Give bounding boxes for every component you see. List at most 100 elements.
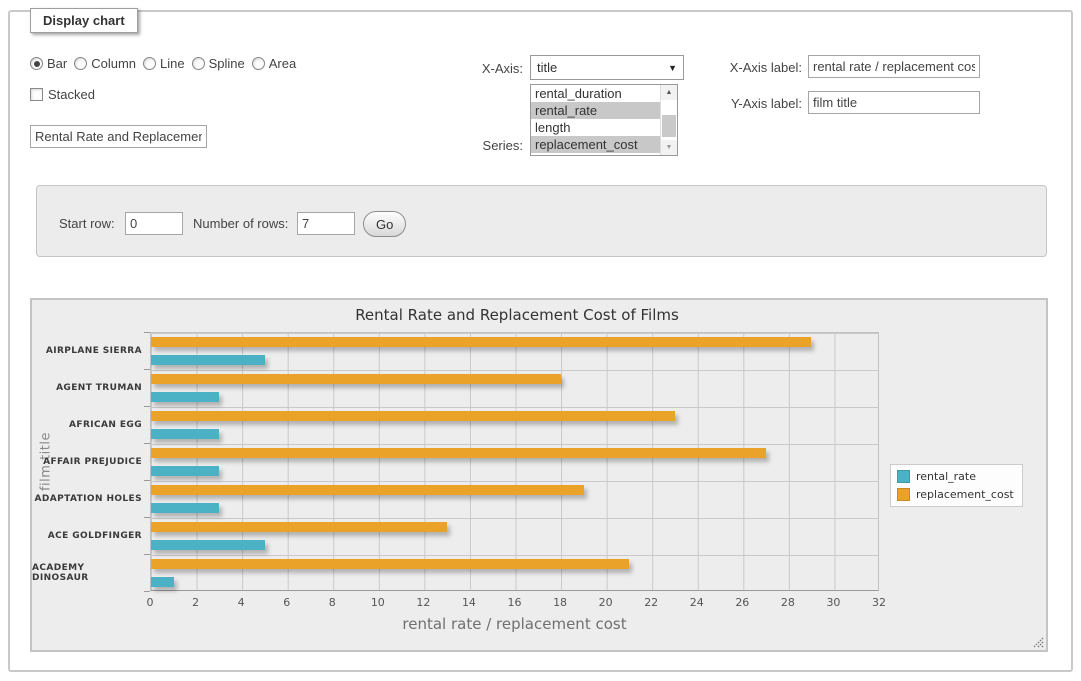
x-tick-label: 14 [452, 596, 486, 609]
series-option-length[interactable]: length [531, 119, 660, 136]
x-tick-label: 10 [361, 596, 395, 609]
chart-title-input[interactable] [30, 125, 207, 148]
x-tick-label: 24 [680, 596, 714, 609]
number-of-rows-input[interactable] [297, 212, 355, 235]
plot-area [150, 332, 879, 591]
chart-type-label: Spline [209, 56, 245, 71]
series-option-replacement_cost[interactable]: replacement_cost [531, 136, 660, 153]
x-axis-label-input[interactable] [808, 55, 980, 78]
radio-icon[interactable] [74, 57, 87, 70]
chart-title: Rental Rate and Replacement Cost of Film… [32, 306, 1002, 324]
replacement_cost-bar [151, 559, 629, 569]
rental_rate-bar [151, 355, 265, 365]
chart-type-radio-group: Bar Column Line Spline Area [30, 56, 296, 71]
x-tick-label: 2 [179, 596, 213, 609]
y-tick-mark [144, 591, 150, 592]
chart-type-radio-area[interactable]: Area [252, 56, 296, 71]
legend-swatch [897, 488, 910, 501]
radio-selected-dot [34, 61, 40, 67]
y-tick-mark [144, 517, 150, 518]
chart-type-radio-column[interactable]: Column [74, 56, 136, 71]
x-axis-label-caption: X-Axis label: [700, 60, 802, 75]
stacked-checkbox[interactable] [30, 88, 43, 101]
rental_rate-bar [151, 392, 219, 402]
y-tick-mark [144, 332, 150, 333]
y-tick-mark [144, 554, 150, 555]
rental_rate-bar [151, 540, 265, 550]
x-tick-label: 18 [543, 596, 577, 609]
x-tick-label: 16 [498, 596, 532, 609]
y-category-label: AGENT TRUMAN [32, 369, 142, 406]
row-controls-panel: Start row: Number of rows: Go [36, 185, 1047, 257]
x-tick-label: 28 [771, 596, 805, 609]
x-tick-label: 26 [725, 596, 759, 609]
rental_rate-bar [151, 429, 219, 439]
radio-icon[interactable] [252, 57, 265, 70]
chart-type-label: Line [160, 56, 185, 71]
x-axis-title: rental rate / replacement cost [150, 615, 879, 633]
y-category-label: ADAPTATION HOLES [32, 480, 142, 517]
x-tick-label: 12 [406, 596, 440, 609]
radio-icon[interactable] [143, 57, 156, 70]
rental_rate-bar [151, 577, 174, 587]
go-button[interactable]: Go [363, 211, 406, 237]
y-category-label: AFFAIR PREJUDICE [32, 443, 142, 480]
rental_rate-bar [151, 466, 219, 476]
fieldset-legend: Display chart [30, 8, 138, 33]
y-category-label: ACE GOLDFINGER [32, 517, 142, 554]
y-tick-mark [144, 369, 150, 370]
y-tick-mark [144, 406, 150, 407]
y-axis-label-input[interactable] [808, 91, 980, 114]
rental_rate-bar [151, 503, 219, 513]
y-tick-mark [144, 443, 150, 444]
x-tick-label: 4 [224, 596, 258, 609]
stacked-label: Stacked [48, 87, 95, 102]
series-select-label: Series: [420, 138, 523, 153]
x-tick-label: 6 [270, 596, 304, 609]
chart-type-label: Bar [47, 56, 67, 71]
chart-type-radio-line[interactable]: Line [143, 56, 185, 71]
y-category-label: ACADEMY DINOSAUR [32, 554, 142, 591]
series-multiselect[interactable]: rental_durationrental_ratelengthreplacem… [530, 84, 678, 156]
legend-entry-rental_rate: rental_rate [897, 470, 1014, 483]
x-axis-select-label: X-Axis: [420, 61, 523, 76]
chart-type-radio-bar[interactable]: Bar [30, 56, 67, 71]
start-row-label: Start row: [59, 216, 115, 231]
chart-type-label: Column [91, 56, 136, 71]
x-axis-selected-value: title [537, 60, 557, 75]
chevron-down-icon: ▼ [668, 63, 677, 73]
replacement_cost-bar [151, 485, 584, 495]
x-tick-label: 20 [589, 596, 623, 609]
legend-label: rental_rate [916, 470, 976, 483]
x-tick-label: 30 [816, 596, 850, 609]
y-axis-label-caption: Y-Axis label: [700, 96, 802, 111]
x-axis-select[interactable]: title ▼ [530, 55, 684, 80]
x-tick-label: 22 [634, 596, 668, 609]
replacement_cost-bar [151, 337, 811, 347]
x-tick-label: 8 [315, 596, 349, 609]
replacement_cost-bar [151, 411, 675, 421]
x-tick-label: 0 [133, 596, 167, 609]
scroll-down-icon[interactable]: ▼ [661, 140, 677, 155]
start-row-input[interactable] [125, 212, 183, 235]
replacement_cost-bar [151, 374, 561, 384]
y-tick-mark [144, 480, 150, 481]
series-scrollbar[interactable]: ▲ ▼ [660, 85, 677, 155]
chart-legend: rental_rate replacement_cost [890, 464, 1023, 507]
x-tick-label: 32 [862, 596, 896, 609]
resize-grip-icon[interactable] [1032, 636, 1044, 648]
chart-container: Rental Rate and Replacement Cost of Film… [30, 298, 1048, 652]
legend-swatch [897, 470, 910, 483]
scrollbar-thumb[interactable] [662, 115, 676, 137]
legend-entry-replacement_cost: replacement_cost [897, 488, 1014, 501]
replacement_cost-bar [151, 448, 766, 458]
y-category-label: AIRPLANE SIERRA [32, 332, 142, 369]
radio-icon[interactable] [192, 57, 205, 70]
series-options: rental_durationrental_ratelengthreplacem… [531, 85, 660, 155]
stacked-checkbox-row[interactable]: Stacked [30, 87, 95, 102]
series-option-rental_duration[interactable]: rental_duration [531, 85, 660, 102]
radio-icon[interactable] [30, 57, 43, 70]
chart-type-radio-spline[interactable]: Spline [192, 56, 245, 71]
series-option-rental_rate[interactable]: rental_rate [531, 102, 660, 119]
scroll-up-icon[interactable]: ▲ [661, 85, 677, 100]
